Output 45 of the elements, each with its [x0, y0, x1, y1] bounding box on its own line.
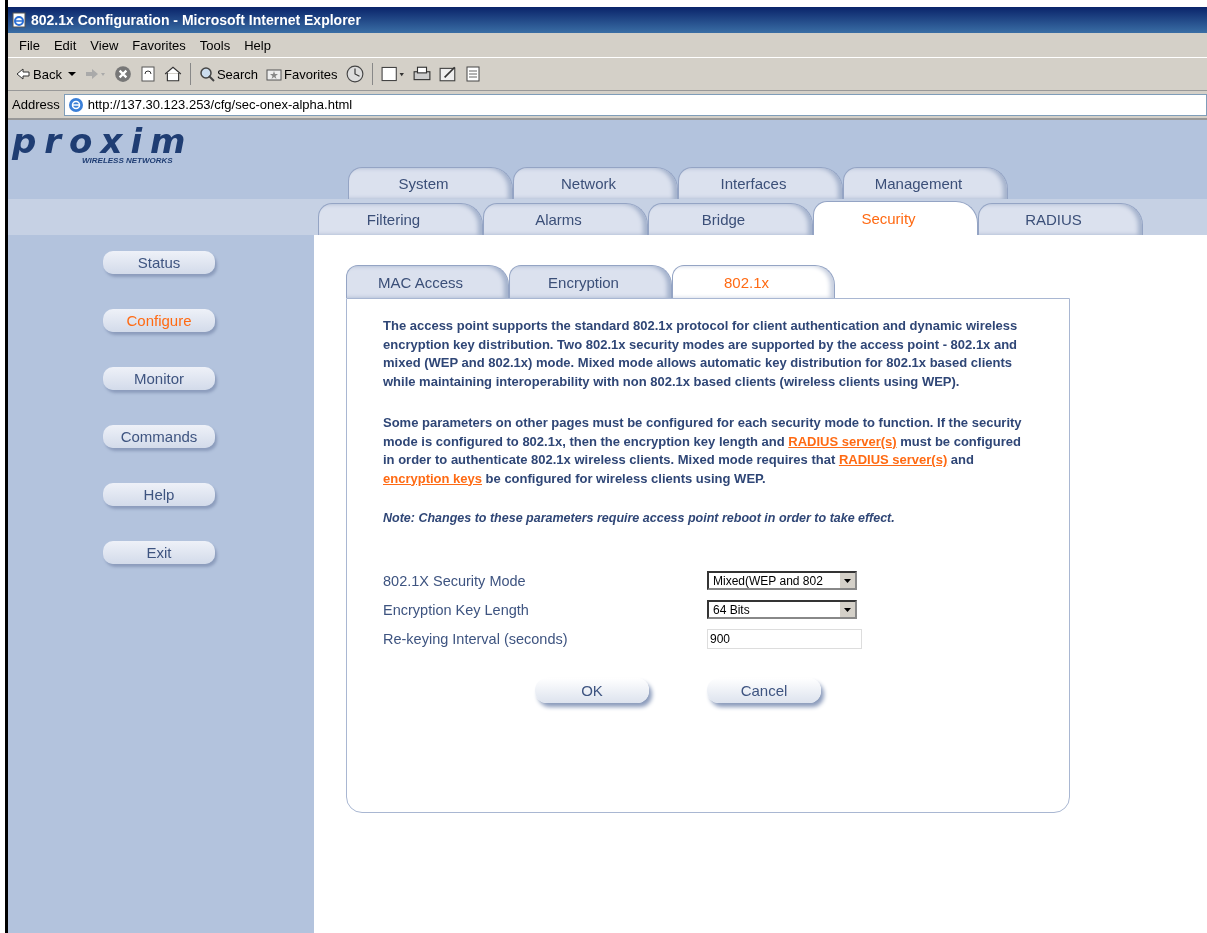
window-title: 802.1x Configuration - Microsoft Internet Explorer: [31, 12, 361, 28]
nav-tab[interactable]: Management: [843, 167, 1008, 199]
description-paragraph: Some parameters on other pages must be configured for each security mode to function. If the security mode is configured to 802.1x, then the encryption key length and RADIUS server(s) must be configured in order to authenticate 802.1x wireless clients. Mixed mode requires that RADIUS server(s) and encryption keys be configured for wireless clients using WEP.: [383, 414, 1023, 488]
sidebar-button[interactable]: Exit: [103, 541, 215, 564]
sub-tab[interactable]: MAC Access: [346, 265, 509, 298]
address-field[interactable]: http://137.30.123.253/cfg/sec-onex-alpha.html: [63, 93, 1207, 116]
nav-tab[interactable]: RADIUS: [978, 203, 1143, 235]
nav-tab[interactable]: Interfaces: [678, 167, 843, 199]
nav-tab[interactable]: Bridge: [648, 203, 813, 235]
field-label: Re-keying Interval (seconds): [383, 630, 569, 647]
browser-icon: [67, 96, 84, 113]
caret-icon: [67, 70, 76, 78]
field-label: 802.1X Security Mode: [383, 572, 527, 589]
browser-icon: [11, 12, 27, 28]
menu-item[interactable]: File: [12, 37, 47, 53]
sidebar-button[interactable]: Help: [103, 483, 215, 506]
sidebar-button[interactable]: Status: [103, 251, 215, 274]
menu-item[interactable]: Help: [237, 37, 278, 53]
search-icon: [198, 66, 215, 82]
form-button[interactable]: OK: [535, 678, 649, 703]
sidebar-button[interactable]: Commands: [103, 425, 215, 448]
left-arrow-icon: [15, 66, 31, 82]
menu-item[interactable]: Tools: [192, 37, 238, 53]
back-button[interactable]: Back: [12, 62, 79, 86]
address-label: Address: [12, 97, 60, 112]
dropdown[interactable]: Mixed(WEP and 802: [707, 571, 857, 590]
description-paragraph: The access point supports the standard 802.1x protocol for client authentication and dynamic wireless encryption key distribution. Two 802.1x security modes are supported by the access point - 802.1x and mixed (WEP and 802.1x) mode. Mixed mode allows automatic key distribution for 802.1x based clients while maintaining interoperability with non 802.1x based clients (wireless clients using WEP).: [383, 317, 1019, 391]
sub-tab[interactable]: Encryption: [509, 265, 672, 298]
sidebar-button[interactable]: Monitor: [103, 367, 215, 390]
dropdown[interactable]: 64 Bits: [707, 600, 857, 619]
search-button[interactable]: Search: [195, 62, 262, 86]
nav-tab[interactable]: Filtering: [318, 203, 483, 235]
input-field[interactable]: 900: [707, 628, 862, 649]
nav-tab[interactable]: Network: [513, 167, 678, 199]
url-text: http://137.30.123.253/cfg/sec-onex-alpha.html: [87, 97, 353, 112]
menu-item[interactable]: View: [83, 37, 126, 53]
note-text: Note: Changes to these parameters require access point reboot in order to take effect.: [383, 511, 896, 525]
star-folder-icon: [266, 66, 283, 82]
favorites-button[interactable]: Favorites: [263, 62, 341, 86]
form-button[interactable]: Cancel: [707, 678, 821, 703]
menu-item[interactable]: Favorites: [125, 37, 193, 53]
menu-item[interactable]: Edit: [46, 37, 84, 53]
nav-tab[interactable]: System: [348, 167, 513, 199]
nav-tab[interactable]: Alarms: [483, 203, 648, 235]
field-label: Encryption Key Length: [383, 601, 530, 618]
